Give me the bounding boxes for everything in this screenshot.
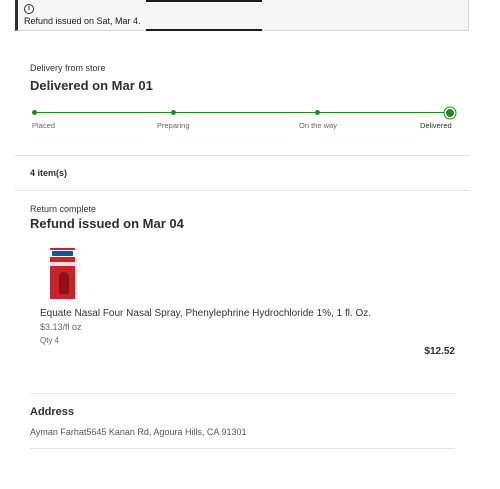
divider — [30, 448, 455, 449]
info-icon: i — [24, 4, 34, 14]
package-band — [50, 262, 75, 266]
refund-notice-banner: i Refund issued on Sat, Mar 4. — [15, 0, 469, 31]
product-package — [50, 248, 75, 299]
brand-logo — [52, 251, 73, 256]
step-dot-delivered — [446, 109, 454, 117]
address-heading: Address — [30, 406, 75, 418]
step-dot-placed — [32, 110, 37, 115]
banner-edge — [146, 29, 262, 31]
banner-edge — [146, 0, 262, 2]
divider — [30, 393, 455, 394]
brand-strip — [50, 250, 75, 257]
divider — [15, 190, 470, 191]
progress-line — [35, 112, 450, 113]
product-image[interactable] — [47, 246, 79, 300]
refund-title: Refund issued on Mar 04 — [30, 216, 184, 231]
step-dot-preparing — [171, 110, 176, 115]
refund-notice-text: Refund issued on Sat, Mar 4. — [24, 16, 141, 26]
address-text: Ayman Farhat5645 Kanan Rd, Agoura Hills,… — [30, 427, 247, 437]
product-name-link[interactable]: Equate Nasal Four Nasal Spray, Phenyleph… — [40, 308, 371, 319]
step-label-preparing: Preparing — [157, 121, 190, 130]
divider — [15, 155, 470, 156]
return-status-label: Return complete — [30, 204, 97, 214]
order-details-page: i Refund issued on Sat, Mar 4. Delivery … — [0, 0, 500, 489]
product-unit-price: $3.13/fl oz — [40, 322, 82, 332]
product-quantity: Qty 4 — [40, 336, 60, 345]
spray-bottle-graphic — [59, 272, 69, 294]
step-dot-on-the-way — [315, 110, 320, 115]
delivery-status-title: Delivered on Mar 01 — [30, 78, 153, 93]
delivery-type-label: Delivery from store — [30, 63, 106, 73]
step-label-on-the-way: On the way — [299, 121, 337, 130]
step-label-placed: Placed — [32, 121, 55, 130]
product-total-price: $12.52 — [424, 346, 455, 357]
step-label-delivered: Delivered — [420, 121, 452, 130]
items-count: 4 item(s) — [30, 168, 68, 178]
